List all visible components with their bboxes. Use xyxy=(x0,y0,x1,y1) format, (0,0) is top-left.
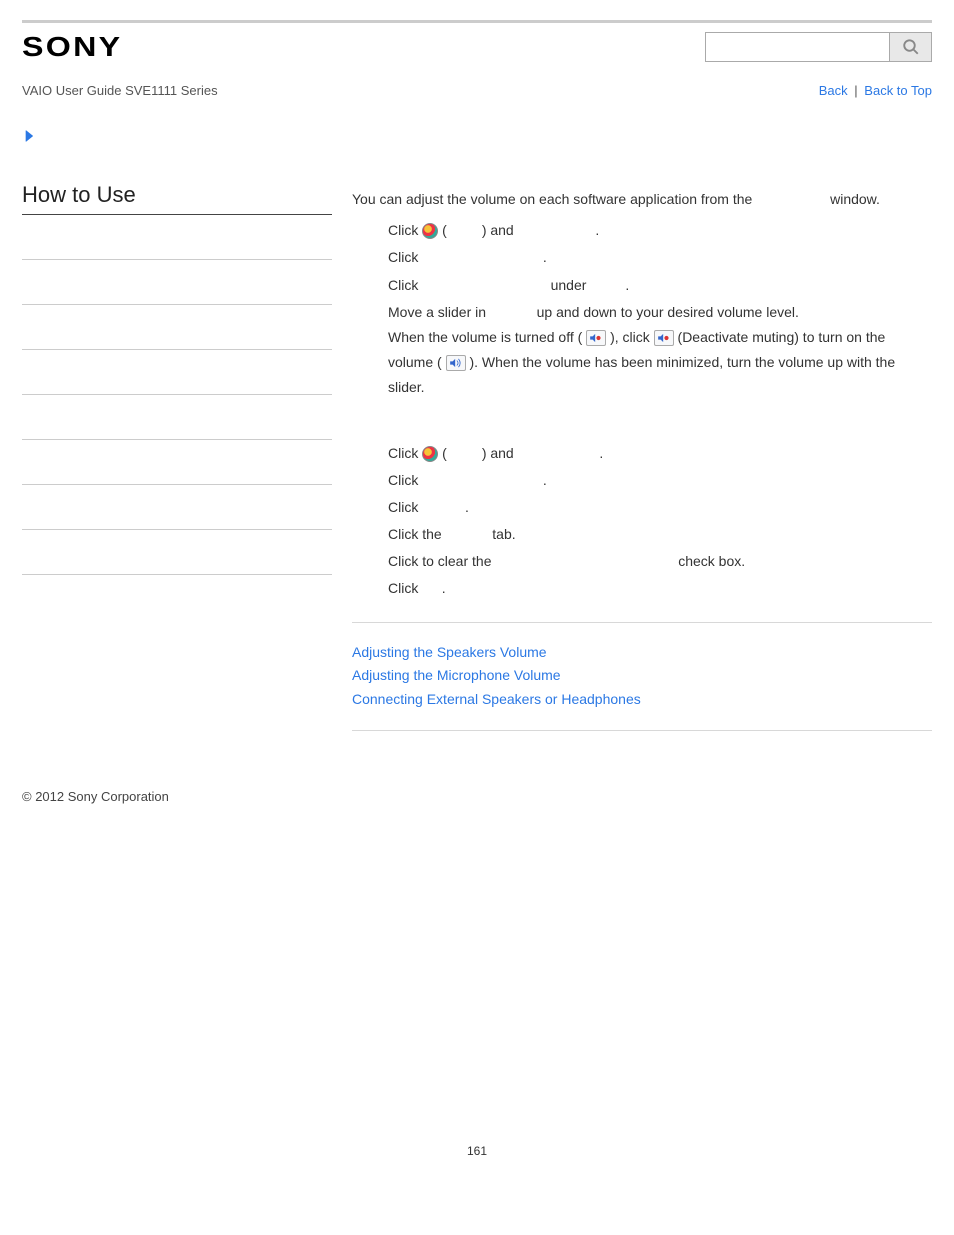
step-item: Click . xyxy=(388,245,932,270)
sidebar-title: How to Use xyxy=(22,182,332,215)
sidebar-item[interactable] xyxy=(22,395,332,440)
back-to-top-link[interactable]: Back to Top xyxy=(864,83,932,98)
speaker-muted-icon xyxy=(654,330,674,346)
sidebar: How to Use xyxy=(22,182,332,749)
sidebar-item[interactable] xyxy=(22,350,332,395)
step-item: Click ( ) and . xyxy=(388,441,932,466)
back-link[interactable]: Back xyxy=(819,83,848,98)
breadcrumb-arrow xyxy=(22,128,932,147)
separator: | xyxy=(851,83,860,98)
sidebar-item[interactable] xyxy=(22,530,332,575)
header-links: Back | Back to Top xyxy=(819,83,932,98)
sidebar-item[interactable] xyxy=(22,485,332,530)
sony-logo: SONY xyxy=(22,31,122,63)
step-item: Click ( ) and . xyxy=(388,218,932,243)
step-item: Move a slider in up and down to your des… xyxy=(388,300,932,401)
windows-start-icon xyxy=(422,446,438,462)
sidebar-item[interactable] xyxy=(22,440,332,485)
step-item: Click the tab. xyxy=(388,522,932,547)
page-number: 161 xyxy=(0,1144,954,1178)
related-link[interactable]: Connecting External Speakers or Headphon… xyxy=(352,688,932,712)
divider xyxy=(352,622,932,623)
step-item: Click under . xyxy=(388,273,932,298)
related-link[interactable]: Adjusting the Microphone Volume xyxy=(352,664,932,688)
divider xyxy=(352,730,932,731)
sidebar-item[interactable] xyxy=(22,305,332,350)
step-item: Click . xyxy=(388,468,932,493)
sidebar-item[interactable] xyxy=(22,215,332,260)
search-input[interactable] xyxy=(705,32,890,62)
footer-copyright: © 2012 Sony Corporation xyxy=(22,749,932,824)
step-item: Click . xyxy=(388,576,932,601)
steps-list-2: Click ( ) and . Click . Click xyxy=(352,441,932,602)
related-links: Adjusting the Speakers Volume Adjusting … xyxy=(352,641,932,712)
related-link[interactable]: Adjusting the Speakers Volume xyxy=(352,641,932,665)
windows-start-icon xyxy=(422,223,438,239)
steps-list-1: Click ( ) and . Click . Click xyxy=(352,218,932,400)
guide-title: VAIO User Guide SVE1111 Series xyxy=(22,83,218,98)
step-item: Click . xyxy=(388,495,932,520)
search-icon xyxy=(902,38,920,56)
intro-text: You can adjust the volume on each softwa… xyxy=(352,187,932,212)
header: SONY xyxy=(22,20,932,73)
search-wrap xyxy=(705,32,932,62)
speaker-muted-icon xyxy=(586,330,606,346)
speaker-on-icon xyxy=(446,355,466,371)
sidebar-item[interactable] xyxy=(22,260,332,305)
sub-header: VAIO User Guide SVE1111 Series Back | Ba… xyxy=(22,73,932,128)
content: You can adjust the volume on each softwa… xyxy=(352,182,932,749)
search-button[interactable] xyxy=(890,32,932,62)
step-item: Click to clear the check box. xyxy=(388,549,932,574)
chevron-right-icon xyxy=(22,128,38,144)
